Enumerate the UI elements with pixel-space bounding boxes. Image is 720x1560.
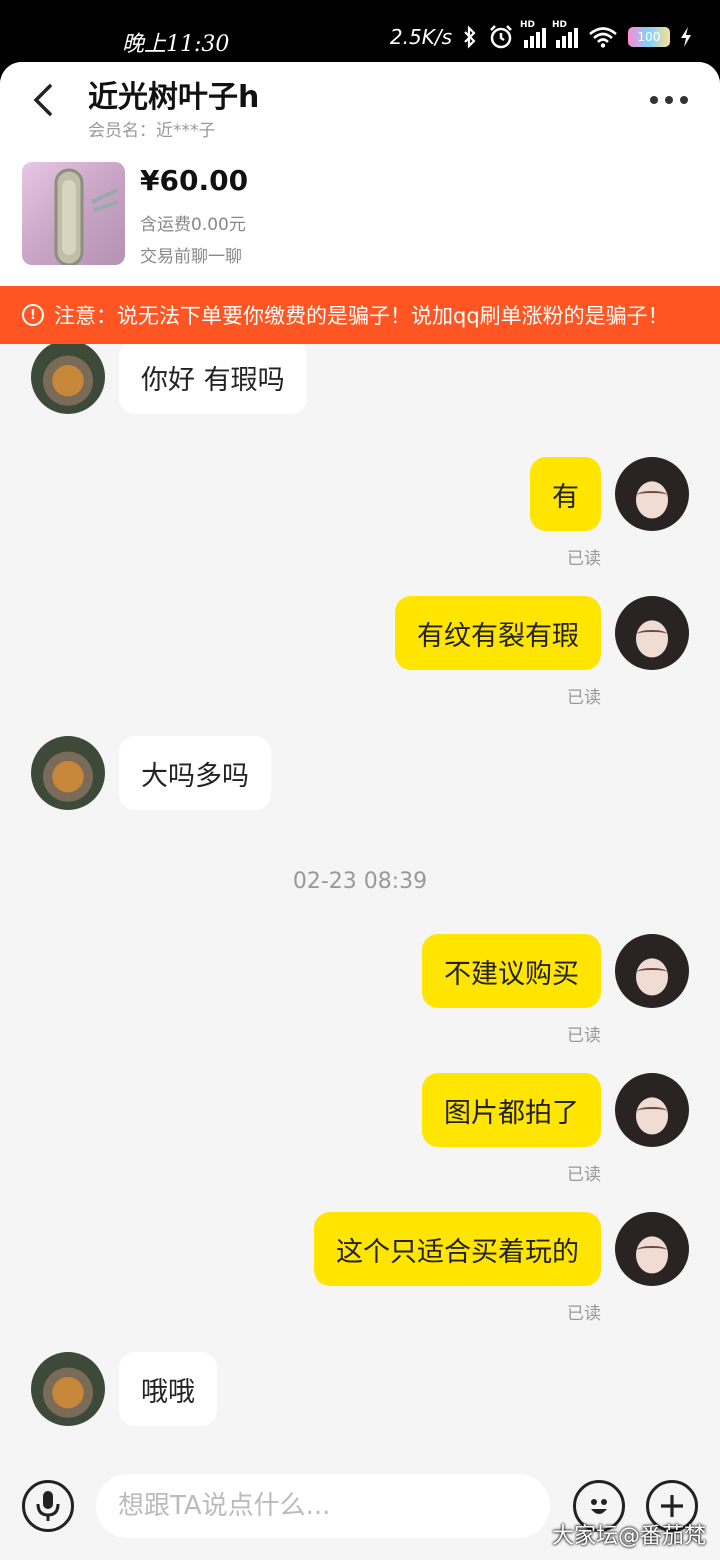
message-bubble-outgoing[interactable]: 有纹有裂有瑕 bbox=[395, 596, 601, 670]
read-receipt: 已读 bbox=[567, 1165, 601, 1185]
chat-before-trade-hint: 交易前聊一聊 bbox=[140, 247, 242, 267]
member-name: 会员名：近***子 bbox=[88, 121, 216, 141]
avatar-self[interactable] bbox=[615, 934, 689, 1008]
avatar-self[interactable] bbox=[615, 596, 689, 670]
read-receipt: 已读 bbox=[567, 1026, 601, 1046]
avatar-seller[interactable] bbox=[31, 1352, 105, 1426]
microphone-icon[interactable] bbox=[22, 1480, 74, 1532]
bluetooth-icon bbox=[464, 25, 476, 49]
battery-icon: 100 bbox=[628, 27, 670, 47]
network-speed: 2.5K/s bbox=[389, 25, 452, 49]
status-bar: 晚上11:30 2.5K/s HD HD 100 bbox=[0, 0, 720, 62]
avatar-self[interactable] bbox=[615, 1212, 689, 1286]
signal-hd-icon: HD bbox=[552, 20, 578, 48]
wifi-icon bbox=[589, 27, 617, 48]
message-bubble-incoming[interactable]: 你好 有瑕吗 bbox=[119, 340, 307, 414]
alarm-icon bbox=[490, 25, 512, 49]
more-horizontal-icon[interactable] bbox=[650, 88, 694, 112]
message-bubble-outgoing[interactable]: 不建议购买 bbox=[422, 934, 601, 1008]
read-receipt: 已读 bbox=[567, 688, 601, 708]
message-bubble-incoming[interactable]: 哦哦 bbox=[119, 1352, 217, 1426]
avatar-self[interactable] bbox=[615, 1073, 689, 1147]
product-shipping: 含运费0.00元 bbox=[140, 215, 246, 235]
avatar-seller[interactable] bbox=[31, 736, 105, 810]
status-time: 晚上11:30 bbox=[122, 32, 230, 57]
fraud-warning-banner: ! 注意：说无法下单要你缴费的是骗子！说加qq刷单涨粉的是骗子！ bbox=[0, 286, 720, 344]
warning-text: 注意：说无法下单要你缴费的是骗子！说加qq刷单涨粉的是骗子！ bbox=[54, 304, 669, 328]
charging-icon bbox=[681, 27, 691, 47]
signal-hd-icon: HD bbox=[520, 20, 546, 48]
alert-circle-icon: ! bbox=[22, 304, 44, 326]
chat-screen: 近光树叶子h 会员名：近***子 ¥60.00 含运费0.00元 交易前聊一聊 … bbox=[0, 62, 720, 1560]
avatar-self[interactable] bbox=[615, 457, 689, 531]
product-thumbnail[interactable] bbox=[22, 162, 125, 265]
product-price: ¥60.00 bbox=[140, 164, 249, 197]
message-bubble-incoming[interactable]: 大吗多吗 bbox=[119, 736, 271, 810]
avatar-seller[interactable] bbox=[31, 340, 105, 414]
message-date-separator: 02-23 08:39 bbox=[292, 869, 428, 894]
message-bubble-outgoing[interactable]: 图片都拍了 bbox=[422, 1073, 601, 1147]
read-receipt: 已读 bbox=[567, 1304, 601, 1324]
chat-header: 近光树叶子h 会员名：近***子 ¥60.00 含运费0.00元 交易前聊一聊 bbox=[0, 62, 720, 286]
read-receipt: 已读 bbox=[567, 549, 601, 569]
watermark: 大家坛@番茄梵 bbox=[551, 1524, 706, 1549]
status-icons: 2.5K/s HD HD 100 bbox=[389, 20, 692, 50]
message-input[interactable] bbox=[96, 1474, 550, 1538]
chevron-left-icon[interactable] bbox=[24, 78, 64, 122]
chat-title: 近光树叶子h bbox=[88, 80, 260, 115]
message-bubble-outgoing[interactable]: 这个只适合买着玩的 bbox=[314, 1212, 601, 1286]
message-bubble-outgoing[interactable]: 有 bbox=[530, 457, 601, 531]
